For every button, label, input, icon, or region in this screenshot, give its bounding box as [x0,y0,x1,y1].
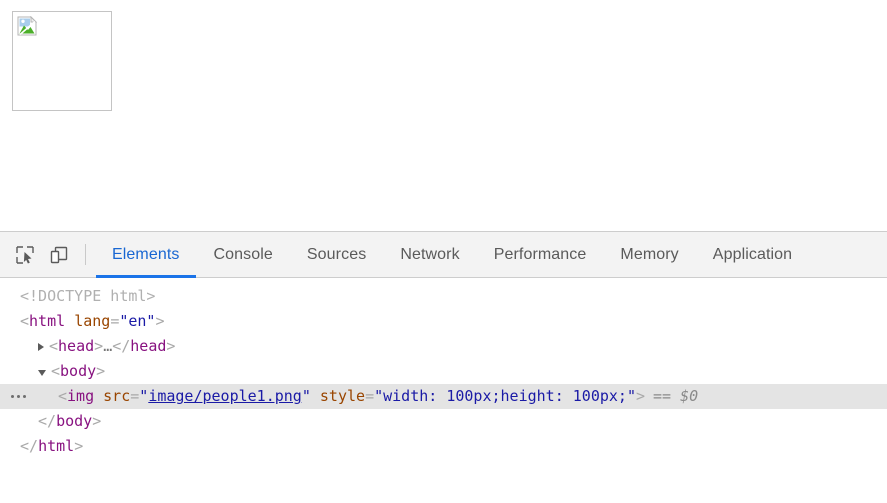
selected-node-marker: == $0 [653,387,699,405]
toolbar-divider [85,244,86,265]
dom-node-body-close[interactable]: </body > [0,409,887,434]
body-tag-name: body [60,362,97,380]
tab-console[interactable]: Console [197,232,290,277]
broken-image-icon [17,16,38,36]
head-expand-triangle-icon[interactable] [38,342,44,351]
head-collapsed-ellipsis[interactable]: … [103,334,112,359]
img-style-attr-value: "width: 100px;height: 100px;" [374,387,636,405]
tab-performance-label: Performance [493,245,587,263]
tab-memory-label: Memory [620,245,679,263]
img-src-equals: = [130,387,140,405]
body-close-bracket: </ [38,412,57,430]
inspect-element-button[interactable] [8,232,42,277]
page-viewport [0,0,887,231]
more-options-icon [10,395,26,398]
dom-node-head[interactable]: < head >… </head > [0,334,887,359]
tab-sources[interactable]: Sources [290,232,383,277]
tab-elements-label: Elements [112,245,180,263]
dom-node-img-selected[interactable]: < img src = " image/people1.png " style = "widt… [0,384,887,409]
tab-elements[interactable]: Elements [95,232,197,278]
devtools-tabs: Elements Console Sources Network Perform… [95,232,809,278]
broken-image-placeholder[interactable] [12,11,112,111]
node-more-options[interactable] [0,384,36,409]
doctype-text: <!DOCTYPE html> [20,287,156,305]
html-open-bracket: < [20,312,30,330]
html-tag-name: html [29,312,66,330]
tab-performance[interactable]: Performance [477,232,604,277]
body-close-tag-name: body [56,412,93,430]
devtools-window: Elements Console Sources Network Perform… [0,0,887,503]
devtools-toolbar: Elements Console Sources Network Perform… [0,232,887,278]
html-close-tag-name: html [38,437,75,455]
head-close-tag-name: head [130,337,167,355]
img-src-attr-name: src [103,387,131,405]
tab-network-label: Network [400,245,460,263]
img-src-quote-open: " [139,387,149,405]
html-lang-equals: = [110,312,120,330]
html-lang-attr-value: "en" [119,312,156,330]
head-open-bracket: < [49,337,59,355]
html-close-end-bracket: > [74,437,84,455]
html-lang-attr-name: lang [74,312,111,330]
html-open-close-bracket: > [155,312,165,330]
img-close-bracket: > [636,387,646,405]
body-open-bracket: < [51,362,61,380]
img-src-quote-close: " [301,387,311,405]
img-style-equals: = [365,387,375,405]
devtools-panel: Elements Console Sources Network Perform… [0,231,887,503]
dom-tree[interactable]: <!DOCTYPE html> < html lang = "en" > < head >…… [0,278,887,503]
inspect-element-icon [16,245,34,264]
html-close-bracket: </ [20,437,39,455]
tab-console-label: Console [213,245,273,263]
body-collapse-triangle-icon[interactable] [38,369,46,376]
tab-application[interactable]: Application [696,232,809,277]
body-open-close-bracket: > [96,362,106,380]
body-close-end-bracket: > [92,412,102,430]
dom-node-doctype[interactable]: <!DOCTYPE html> [0,284,887,309]
dom-node-html-close[interactable]: </html > [0,434,887,459]
head-close-end-bracket: > [166,337,176,355]
tab-memory[interactable]: Memory [603,232,695,277]
img-style-attr-name: style [319,387,366,405]
head-tag-name: head [58,337,95,355]
dom-node-body-open[interactable]: < body > [0,359,887,384]
tab-sources-label: Sources [306,245,367,263]
tab-application-label: Application [712,245,793,263]
img-tag-name: img [67,387,95,405]
device-toolbar-button[interactable] [42,232,76,277]
img-open-bracket: < [58,387,68,405]
device-toolbar-icon [50,246,68,263]
head-open-close-bracket: > [94,337,104,355]
head-close-bracket: </ [112,337,131,355]
img-src-link[interactable]: image/people1.png [148,384,302,409]
dom-node-html-open[interactable]: < html lang = "en" > [0,309,887,334]
tab-network[interactable]: Network [383,232,476,277]
